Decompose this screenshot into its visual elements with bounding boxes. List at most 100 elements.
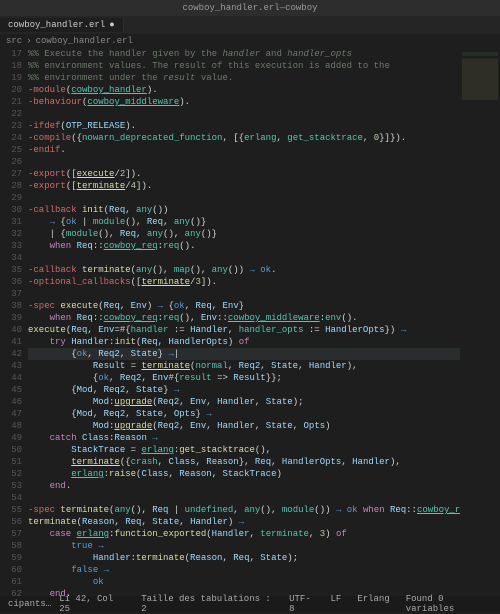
code-line[interactable]: end. (28, 480, 460, 492)
code-line[interactable]: -callback terminate(any(), map(), any())… (28, 264, 460, 276)
code-line[interactable]: ok (28, 576, 460, 588)
code-line[interactable]: Mod:upgrade(Req2, Env, Handler, State); (28, 396, 460, 408)
code-line[interactable]: StackTrace = erlang:get_stacktrace(), (28, 444, 460, 456)
code-line[interactable]: when Req::cowboy_req:req(). (28, 240, 460, 252)
line-number: 38 (0, 300, 22, 312)
chevron-right-icon: › (26, 36, 31, 46)
status-encoding[interactable]: UTF-8 (285, 594, 318, 614)
line-number: 35 (0, 264, 22, 276)
minimap[interactable] (460, 48, 500, 596)
status-eol[interactable]: LF (327, 594, 346, 614)
code-line[interactable]: case erlang:function_exported(Handler, t… (28, 528, 460, 540)
line-number: 42 (0, 348, 22, 360)
code-line[interactable]: -callback init(Req, any()) (28, 204, 460, 216)
code-line[interactable]: false → (28, 564, 460, 576)
line-number: 41 (0, 336, 22, 348)
line-number: 44 (0, 372, 22, 384)
line-number: 56 (0, 516, 22, 528)
code-line[interactable]: -ifdef(OTP_RELEASE). (28, 120, 460, 132)
status-lang[interactable]: Erlang (353, 594, 393, 614)
tab-bar: cowboy_handler.erl ● (0, 16, 500, 34)
code-line[interactable]: end. (28, 588, 460, 596)
code-line[interactable]: -export([execute/2]). (28, 168, 460, 180)
line-number: 22 (0, 108, 22, 120)
code-line[interactable]: -spec terminate(any(), Req | undefined, … (28, 504, 460, 516)
code-line[interactable]: try Handler:init(Req, HandlerOpts) of (28, 336, 460, 348)
title-project: cowboy (285, 3, 317, 13)
line-number: 43 (0, 360, 22, 372)
code-line[interactable]: -behaviour(cowboy_middleware). (28, 96, 460, 108)
line-number: 29 (0, 192, 22, 204)
code-line[interactable] (28, 252, 460, 264)
code-line[interactable]: catch Class:Reason → (28, 432, 460, 444)
line-number: 54 (0, 492, 22, 504)
code-line[interactable]: %% Execute the handler given by the hand… (28, 48, 460, 60)
code-line[interactable] (28, 492, 460, 504)
code-line[interactable]: -module(cowboy_handler). (28, 84, 460, 96)
line-number: 27 (0, 168, 22, 180)
line-number: 34 (0, 252, 22, 264)
line-number: 21 (0, 96, 22, 108)
modified-icon: ● (109, 20, 114, 30)
minimap-preview (462, 52, 498, 132)
tab-label: cowboy_handler.erl (8, 20, 105, 30)
status-vars[interactable]: Found 0 variables (402, 594, 496, 614)
line-number: 60 (0, 564, 22, 576)
code-line[interactable] (28, 288, 460, 300)
line-number: 19 (0, 72, 22, 84)
line-number: 23 (0, 120, 22, 132)
code-line[interactable]: %% environment values. The result of thi… (28, 60, 460, 72)
line-number: 46 (0, 396, 22, 408)
code-line[interactable]: -optional_callbacks([terminate/3]). (28, 276, 460, 288)
code-line[interactable]: -compile({nowarn_deprecated_function, [{… (28, 132, 460, 144)
status-bar: cipants… Li 42, Col 25 Taille des tabula… (0, 596, 500, 612)
line-number: 25 (0, 144, 22, 156)
code-line[interactable]: {ok, Req2, Env#{result => Result}}; (28, 372, 460, 384)
line-number: 36 (0, 276, 22, 288)
code-line[interactable]: when Req::cowboy_req:req(), Env::cowboy_… (28, 312, 460, 324)
code-line[interactable]: terminate({crash, Class, Reason}, Req, H… (28, 456, 460, 468)
code-line[interactable] (28, 108, 460, 120)
code-line[interactable]: true → (28, 540, 460, 552)
status-tabsize[interactable]: Taille des tabulations : 2 (137, 594, 277, 614)
line-number: 37 (0, 288, 22, 300)
line-number: 24 (0, 132, 22, 144)
code-line[interactable]: -export([terminate/4]). (28, 180, 460, 192)
line-number: 62 (0, 588, 22, 596)
line-number: 53 (0, 480, 22, 492)
editor[interactable]: 1718192021222324252627282930313233343536… (0, 48, 500, 596)
code-line[interactable]: %% environment under the result value. (28, 72, 460, 84)
status-left[interactable]: cipants… (4, 599, 55, 609)
line-number: 18 (0, 60, 22, 72)
code-line[interactable] (28, 192, 460, 204)
code-line[interactable]: -endif. (28, 144, 460, 156)
breadcrumb[interactable]: src › cowboy_handler.erl (0, 34, 500, 48)
code-line[interactable]: Result = terminate(normal, Req2, State, … (28, 360, 460, 372)
line-number: 40 (0, 324, 22, 336)
line-number: 17 (0, 48, 22, 60)
code-area[interactable]: %% Execute the handler given by the hand… (28, 48, 460, 596)
code-line[interactable]: -spec execute(Req, Env) → {ok, Req, Env} (28, 300, 460, 312)
code-line[interactable]: Handler:terminate(Reason, Req, State); (28, 552, 460, 564)
editor-main: 1718192021222324252627282930313233343536… (0, 48, 500, 596)
status-line-col[interactable]: Li 42, Col 25 (55, 594, 129, 614)
line-number: 58 (0, 540, 22, 552)
code-line[interactable]: {Mod, Req2, State} → (28, 384, 460, 396)
code-line[interactable]: terminate(Reason, Req, State, Handler) → (28, 516, 460, 528)
line-number: 47 (0, 408, 22, 420)
breadcrumb-file[interactable]: cowboy_handler.erl (36, 36, 133, 46)
code-line[interactable] (28, 156, 460, 168)
line-number: 51 (0, 456, 22, 468)
code-line[interactable]: Mod:upgrade(Req2, Env, Handler, State, O… (28, 420, 460, 432)
title-bar: cowboy_handler.erl — cowboy (0, 0, 500, 16)
code-line[interactable]: | {module(), Req, any(), any()} (28, 228, 460, 240)
tab-cowboy-handler[interactable]: cowboy_handler.erl ● (0, 18, 124, 32)
code-line[interactable]: → {ok | module(), Req, any()} (28, 216, 460, 228)
code-line[interactable]: erlang:raise(Class, Reason, StackTrace) (28, 468, 460, 480)
code-line[interactable]: {ok, Req2, State} →| (28, 348, 460, 360)
code-line[interactable]: {Mod, Req2, State, Opts} → (28, 408, 460, 420)
line-number: 50 (0, 444, 22, 456)
line-number: 26 (0, 156, 22, 168)
breadcrumb-src[interactable]: src (6, 36, 22, 46)
code-line[interactable]: execute(Req, Env=#{handler := Handler, h… (28, 324, 460, 336)
